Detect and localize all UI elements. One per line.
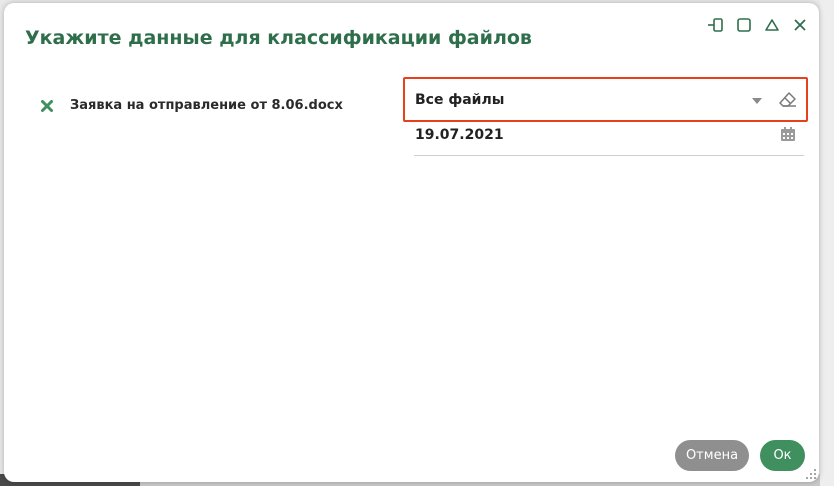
classification-select[interactable]: Все файлы <box>403 77 808 122</box>
file-name: Заявка на отправление от 8.06.docx <box>70 98 343 113</box>
eraser-icon[interactable] <box>778 90 798 110</box>
date-field[interactable]: 19.07.2021 <box>414 121 804 156</box>
maximize-button[interactable] <box>735 16 753 34</box>
collapse-button[interactable] <box>763 16 781 34</box>
calendar-icon[interactable] <box>780 126 796 142</box>
date-value: 19.07.2021 <box>415 127 504 143</box>
collapse-icon <box>765 19 779 31</box>
classification-dialog: Укажите данные для классификации файлов <box>4 3 819 482</box>
close-button[interactable] <box>791 16 809 34</box>
dock-icon <box>708 18 723 32</box>
close-icon <box>794 19 806 31</box>
chevron-down-icon[interactable] <box>752 98 762 104</box>
dock-button[interactable] <box>707 16 725 34</box>
maximize-icon <box>737 18 751 32</box>
dialog-title: Укажите данные для классификации файлов <box>25 27 532 49</box>
ok-button[interactable]: Ок <box>760 440 805 471</box>
cancel-button[interactable]: Отмена <box>675 440 749 471</box>
window-controls <box>707 16 809 34</box>
background-app-edge <box>820 0 834 486</box>
classification-select-value: Все файлы <box>415 92 505 108</box>
file-row: Заявка на отправление от 8.06.docx <box>40 98 343 113</box>
x-icon <box>41 99 53 112</box>
resize-grip-icon[interactable] <box>805 468 817 480</box>
